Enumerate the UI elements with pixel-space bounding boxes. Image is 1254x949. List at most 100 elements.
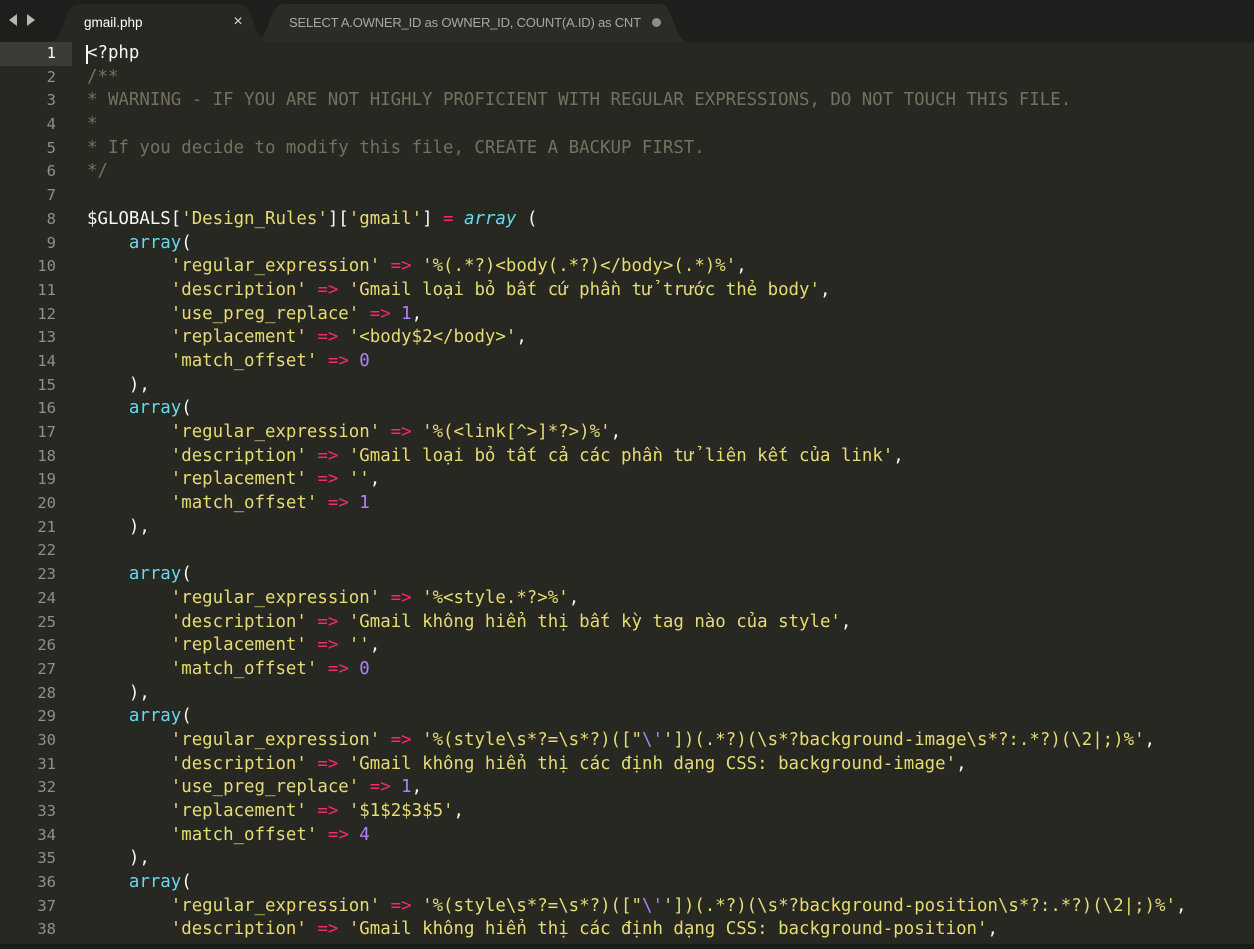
- code-line[interactable]: 17 'regular_expression' => '%(<link[^>]*…: [0, 421, 1254, 445]
- code-line[interactable]: 31 'description' => 'Gmail không hiển th…: [0, 753, 1254, 777]
- code-token: ]: [422, 208, 444, 229]
- code-line[interactable]: 9 array(: [0, 232, 1254, 256]
- code-token: ,: [568, 587, 580, 608]
- code-line[interactable]: 4 *: [0, 113, 1254, 137]
- code-line[interactable]: 1 <?php: [0, 42, 1254, 66]
- code-line[interactable]: 37 'regular_expression' => '%(style\s*?=…: [0, 895, 1254, 919]
- code-token: '%(style\s*?=\s*?)([": [422, 895, 642, 916]
- code-line[interactable]: 2 /**: [0, 66, 1254, 90]
- code-line[interactable]: 8 $GLOBALS['Design_Rules']['gmail'] = arr…: [0, 208, 1254, 232]
- code-line[interactable]: 18 'description' => 'Gmail loại bỏ tất c…: [0, 445, 1254, 469]
- line-number: 36: [37, 873, 56, 892]
- code-line[interactable]: 22: [0, 539, 1254, 563]
- code-line[interactable]: 36 array(: [0, 871, 1254, 895]
- code-token: ,: [411, 303, 423, 324]
- code-token: (: [181, 872, 192, 893]
- code-line[interactable]: 5 * If you decide to modify this file, CR…: [0, 137, 1254, 161]
- code-token: '%<style.*?>%': [422, 587, 569, 608]
- code-token: 'Gmail loại bỏ bất cứ phần tử trước thẻ …: [348, 279, 820, 300]
- code-line[interactable]: 25 'description' => 'Gmail không hiển th…: [0, 611, 1254, 635]
- code-line[interactable]: 35 ),: [0, 847, 1254, 871]
- code-line[interactable]: 12 'use_preg_replace' => 1,: [0, 303, 1254, 327]
- code-token: 1: [401, 777, 412, 798]
- line-text: 'regular_expression' => '%(.*?)<body(.*?…: [87, 255, 747, 279]
- code-line[interactable]: 13 'replacement' => '<body$2</body>',: [0, 326, 1254, 350]
- code-line[interactable]: 26 'replacement' => '',: [0, 634, 1254, 658]
- code-line[interactable]: 28 ),: [0, 682, 1254, 706]
- code-token: =>: [317, 919, 339, 940]
- line-number: 23: [37, 565, 56, 584]
- code-line[interactable]: 29 array(: [0, 705, 1254, 729]
- line-number: 3: [46, 91, 56, 110]
- code-line[interactable]: 23 array(: [0, 563, 1254, 587]
- code-line[interactable]: 14 'match_offset' => 0: [0, 350, 1254, 374]
- code-line[interactable]: 27 'match_offset' => 0: [0, 658, 1254, 682]
- tab-bar: SELECT A.OWNER_ID as OWNER_ID, COUNT(A.I…: [0, 0, 1254, 42]
- code-line[interactable]: 24 'regular_expression' => '%<style.*?>%…: [0, 587, 1254, 611]
- code-token: =>: [327, 658, 349, 679]
- code-line[interactable]: 11 'description' => 'Gmail loại bỏ bất c…: [0, 279, 1254, 303]
- unsaved-dot-icon[interactable]: [652, 18, 661, 27]
- line-text: 'match_offset' => 4: [87, 824, 370, 848]
- code-token: =>: [390, 256, 412, 277]
- code-line[interactable]: 10 'regular_expression' => '%(.*?)<body(…: [0, 255, 1254, 279]
- code-line[interactable]: 6 */: [0, 160, 1254, 184]
- code-line[interactable]: 19 'replacement' => '',: [0, 468, 1254, 492]
- tab-scroll-left-arrow-icon[interactable]: [6, 11, 20, 29]
- line-number: 35: [37, 849, 56, 868]
- code-editor[interactable]: 1 <?php 2 /** 3 * WARNING - IF YOU ARE NOT HI…: [0, 42, 1254, 944]
- code-line[interactable]: 3 * WARNING - IF YOU ARE NOT HIGHLY PROFI…: [0, 89, 1254, 113]
- code-token: ,: [736, 256, 747, 277]
- code-area[interactable]: 1 <?php 2 /** 3 * WARNING - IF YOU ARE NOT HI…: [0, 42, 1254, 942]
- code-token: \': [641, 729, 663, 750]
- tab-scroll-right-arrow-icon[interactable]: [24, 11, 38, 29]
- code-line[interactable]: 21 ),: [0, 516, 1254, 540]
- line-number: 1: [46, 44, 56, 62]
- code-line[interactable]: 20 'match_offset' => 1: [0, 492, 1254, 516]
- code-line[interactable]: 38 'description' => 'Gmail không hiển th…: [0, 918, 1254, 942]
- code-token: 1: [359, 493, 370, 514]
- line-text: * If you decide to modify this file, CRE…: [87, 137, 705, 161]
- code-token: ),: [87, 374, 150, 395]
- close-tab-icon[interactable]: ×: [230, 13, 246, 31]
- code-token: ),: [87, 848, 150, 869]
- code-token: */: [87, 161, 108, 182]
- line-text: 'regular_expression' => '%(<link[^>]*?>)…: [87, 421, 621, 445]
- code-line[interactable]: 15 ),: [0, 374, 1254, 398]
- tab-gmail-php[interactable]: gmail.php ×: [50, 4, 270, 42]
- code-line[interactable]: 32 'use_preg_replace' => 1,: [0, 776, 1254, 800]
- line-text: 'replacement' => '',: [87, 468, 380, 492]
- line-text: array(: [87, 232, 192, 256]
- tab-label: gmail.php: [84, 15, 143, 30]
- code-line[interactable]: 33 'replacement' => '$1$2$3$5',: [0, 800, 1254, 824]
- code-line[interactable]: 30 'regular_expression' => '%(style\s*?=…: [0, 729, 1254, 753]
- code-token: array: [128, 872, 182, 893]
- code-line[interactable]: 16 array(: [0, 397, 1254, 421]
- code-line[interactable]: 34 'match_offset' => 4: [0, 824, 1254, 848]
- line-number: 16: [37, 399, 56, 418]
- code-token: array: [464, 208, 517, 229]
- line-number: 2: [46, 67, 56, 86]
- code-line[interactable]: 7: [0, 184, 1254, 208]
- code-token: =>: [317, 753, 339, 774]
- code-token: 'use_preg_replace': [170, 777, 360, 798]
- code-token: 0: [359, 350, 370, 371]
- tab-sql-query[interactable]: SELECT A.OWNER_ID as OWNER_ID, COUNT(A.I…: [255, 4, 690, 42]
- line-number: 20: [37, 494, 56, 513]
- line-number: 28: [37, 683, 56, 702]
